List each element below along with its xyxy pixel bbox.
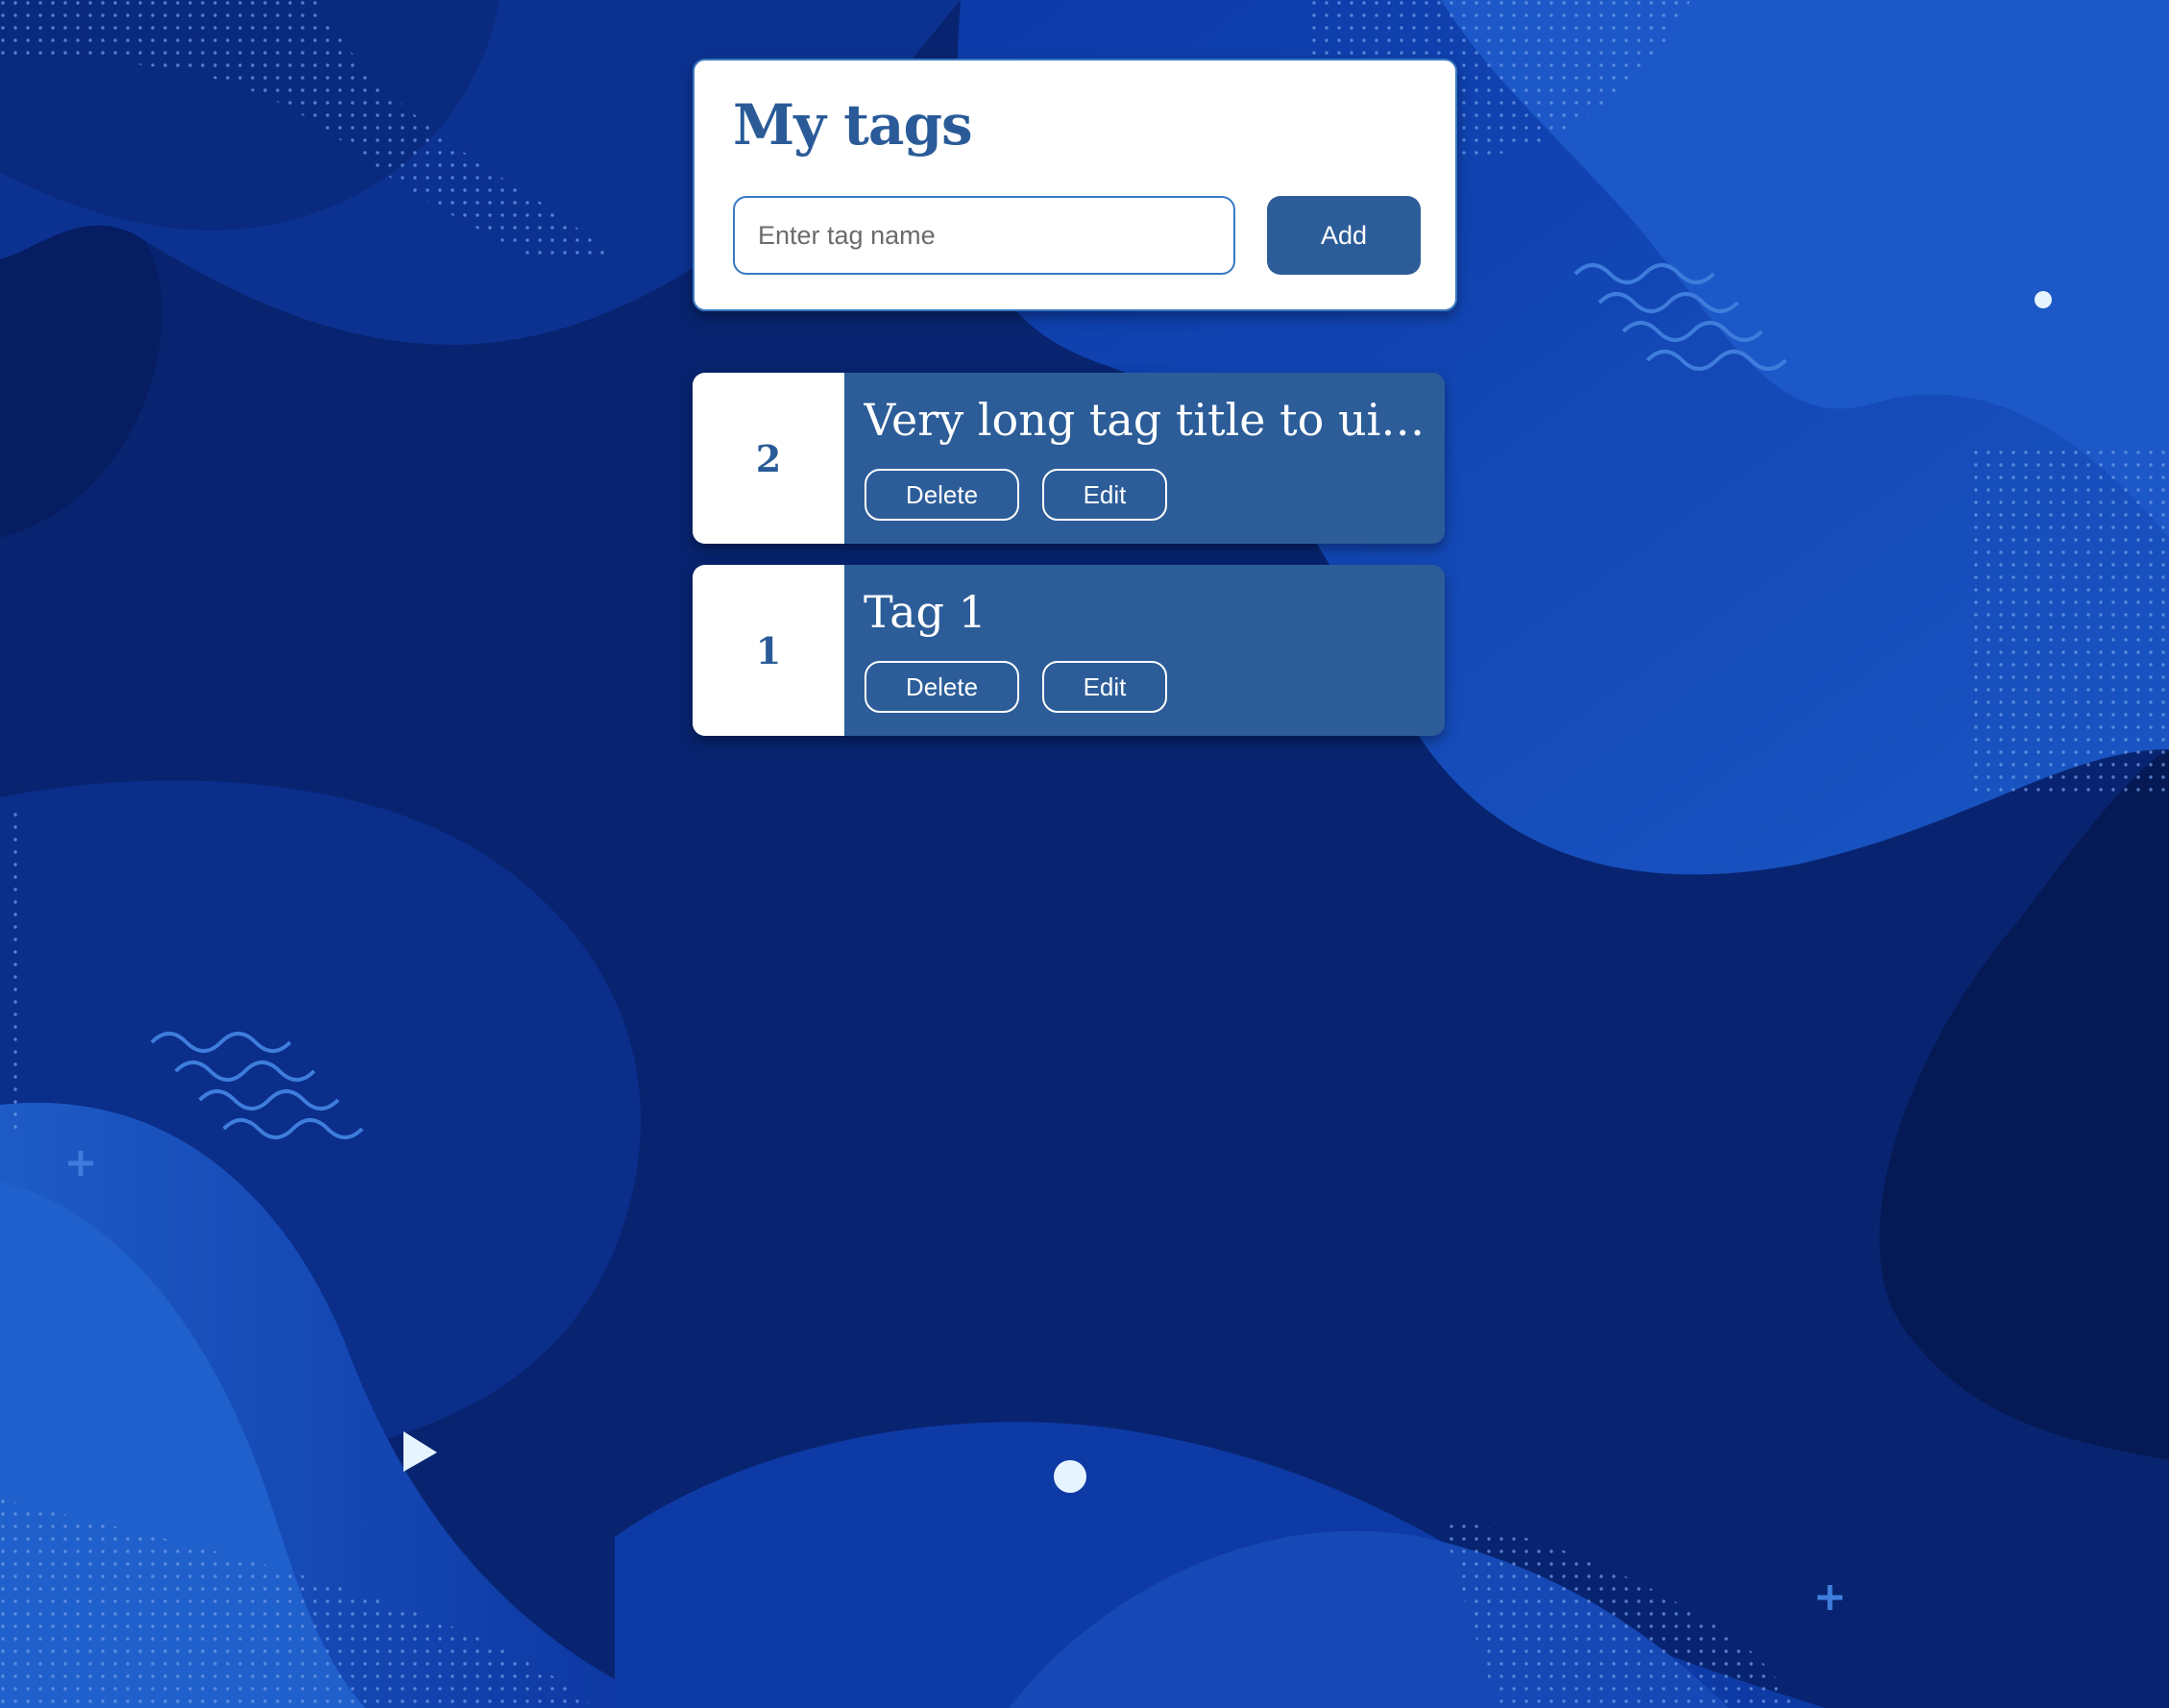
tag-number: 2 [755, 436, 782, 480]
delete-tag-button[interactable]: Delete [865, 469, 1019, 521]
page-title: My tags [733, 92, 973, 158]
tag-item: 1 Tag 1 Delete Edit [693, 565, 1445, 736]
add-tag-card: My tags Add [693, 59, 1457, 311]
delete-tag-button[interactable]: Delete [865, 661, 1019, 713]
edit-tag-button[interactable]: Edit [1042, 661, 1167, 713]
tag-name-input[interactable] [733, 196, 1235, 275]
tag-title: Tag 1 [864, 586, 987, 638]
tag-number-box: 1 [693, 565, 844, 736]
tag-item: 2 Very long tag title to ui h... Delete … [693, 373, 1445, 544]
tag-number: 1 [755, 628, 782, 672]
edit-tag-button[interactable]: Edit [1042, 469, 1167, 521]
tag-number-box: 2 [693, 373, 844, 544]
tag-list: 2 Very long tag title to ui h... Delete … [693, 373, 1445, 757]
add-tag-button[interactable]: Add [1267, 196, 1421, 275]
tag-title: Very long tag title to ui h... [864, 394, 1426, 446]
